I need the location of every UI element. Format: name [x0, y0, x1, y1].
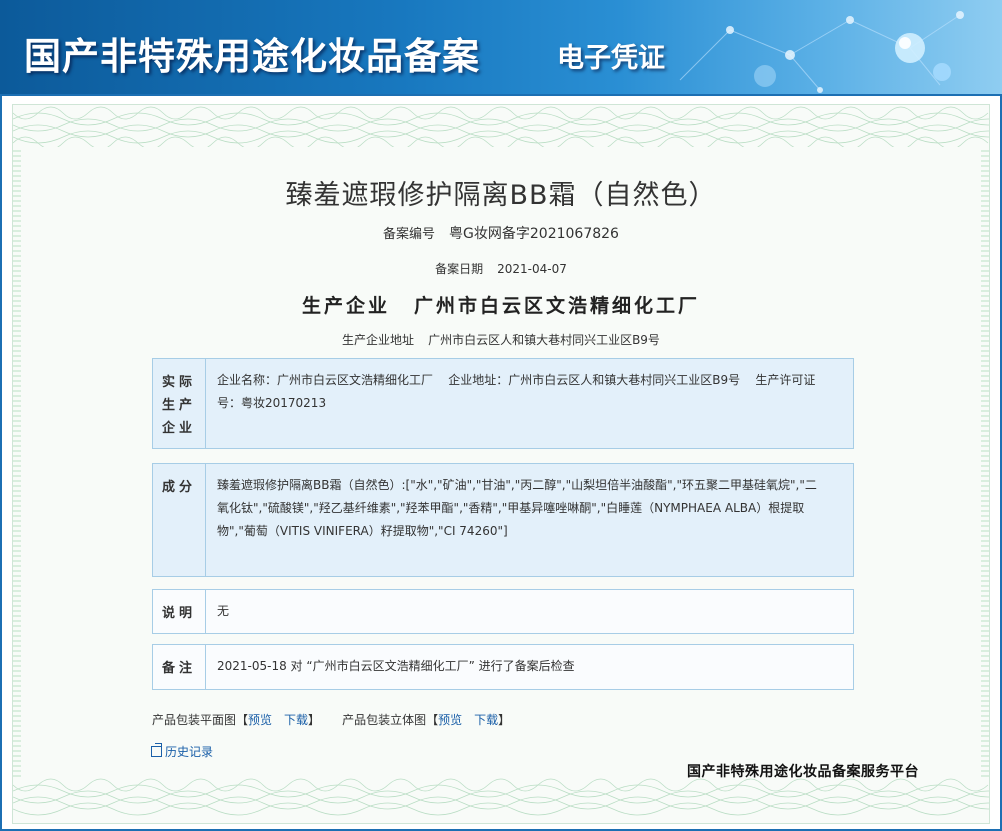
- record-date-label: 备案日期: [435, 262, 484, 276]
- record-date-value: 2021-04-07: [497, 262, 567, 276]
- record-number-row: 备案编号 粤G妆网备字2021067826: [13, 223, 989, 243]
- platform-name: 国产非特殊用途化妆品备案服务平台: [687, 764, 919, 780]
- stereo-preview-link[interactable]: 预览: [438, 713, 462, 727]
- certificate-frame: 臻羞遮瑕修护隔离BB霜（自然色） 备案编号 粤G妆网备字2021067826 备案…: [12, 104, 990, 824]
- record-date-row: 备案日期 2021-04-07: [13, 260, 989, 277]
- actual-producer-box: 实际 生产 企业 企业名称：广州市白云区文浩精细化工厂 企业地址：广州市白云区人…: [152, 358, 854, 449]
- flat-preview-link[interactable]: 预览: [248, 713, 272, 727]
- description-value: 无: [217, 604, 230, 618]
- manufacturer-address-value: 广州市白云区人和镇大巷村同兴工业区B9号: [428, 333, 660, 347]
- manufacturer-row: 生产企业 广州市白云区文浩精细化工厂: [13, 291, 989, 318]
- header-banner: 国产非特殊用途化妆品备案 电子凭证: [0, 0, 1002, 94]
- remarks-box: 备注 2021-05-18 对 “广州市白云区文浩精细化工厂” 进行了备案后检查: [152, 644, 854, 690]
- certificate-panel: 臻羞遮瑕修护隔离BB霜（自然色） 备案编号 粤G妆网备字2021067826 备案…: [0, 94, 1002, 831]
- manufacturer-name: 广州市白云区文浩精细化工厂: [414, 295, 701, 317]
- packaging-links: 产品包装平面图【预览 下载】 产品包装立体图【预览 下载】: [152, 711, 510, 728]
- flat-close-bracket: 】: [308, 713, 321, 727]
- actual-producer-label-line2: 生产: [161, 398, 196, 413]
- description-box: 说明 无: [152, 589, 854, 634]
- ingredients-line1: 臻羞遮瑕修护隔离BB霜（自然色）:["水","矿油","甘油","丙二醇","山…: [217, 478, 817, 492]
- banner-subtitle: 电子凭证: [557, 43, 665, 74]
- actual-producer-line1: 企业名称：广州市白云区文浩精细化工厂 企业地址：广州市白云区人和镇大巷村同兴工业…: [217, 373, 816, 387]
- stereo-packaging-label: 产品包装立体图【: [342, 713, 439, 727]
- remarks-label-text: 备注: [161, 661, 196, 676]
- actual-producer-label-line3: 企业: [161, 421, 196, 436]
- guilloche-border-bottom: [13, 778, 989, 816]
- stereo-download-link[interactable]: 下载: [474, 713, 498, 727]
- record-number-value: 粤G妆网备字2021067826: [449, 226, 619, 242]
- product-name: 臻羞遮瑕修护隔离BB霜（自然色）: [285, 180, 717, 211]
- manufacturer-label: 生产企业: [301, 295, 390, 317]
- manufacturer-address-row: 生产企业地址 广州市白云区人和镇大巷村同兴工业区B9号: [13, 331, 989, 348]
- banner-title: 国产非特殊用途化妆品备案: [24, 34, 480, 78]
- external-link-icon: [151, 743, 162, 757]
- ingredients-text: 臻羞遮瑕修护隔离BB霜（自然色）:["水","矿油","甘油","丙二醇","山…: [217, 474, 839, 543]
- actual-producer-label: 实际 生产 企业: [153, 359, 206, 448]
- actual-producer-line2: 号：粤妆20170213: [217, 396, 327, 410]
- record-number-label: 备案编号: [383, 227, 436, 242]
- molecule-decoration: [679, 11, 964, 93]
- description-label: 说明: [153, 590, 206, 633]
- ingredients-line3: 物","葡萄（VITIS VINIFERA）籽提取物","CI 74260"]: [217, 524, 508, 538]
- ingredients-line2: 氧化钛","硫酸镁","羟乙基纤维素","羟苯甲酯","香精","甲基异噻唑啉酮…: [217, 501, 805, 515]
- remarks-label: 备注: [153, 645, 206, 689]
- stereo-close-bracket: 】: [498, 713, 511, 727]
- ingredients-label: 成分: [153, 464, 206, 576]
- ingredients-box: 成分 臻羞遮瑕修护隔离BB霜（自然色）:["水","矿油","甘油","丙二醇"…: [152, 463, 854, 577]
- flat-download-link[interactable]: 下载: [284, 713, 308, 727]
- guilloche-border-top: [13, 106, 989, 147]
- actual-producer-text: 企业名称：广州市白云区文浩精细化工厂 企业地址：广州市白云区人和镇大巷村同兴工业…: [217, 369, 839, 415]
- history-label[interactable]: 历史记录: [165, 745, 213, 759]
- description-label-text: 说明: [161, 606, 196, 621]
- history-link[interactable]: 历史记录: [151, 743, 213, 760]
- remarks-value: 2021-05-18 对 “广州市白云区文浩精细化工厂” 进行了备案后检查: [217, 659, 575, 673]
- ingredients-label-text: 成分: [161, 480, 196, 495]
- manufacturer-address-label: 生产企业地址: [342, 333, 415, 347]
- flat-packaging-label: 产品包装平面图【: [152, 713, 249, 727]
- actual-producer-label-line1: 实际: [161, 375, 196, 390]
